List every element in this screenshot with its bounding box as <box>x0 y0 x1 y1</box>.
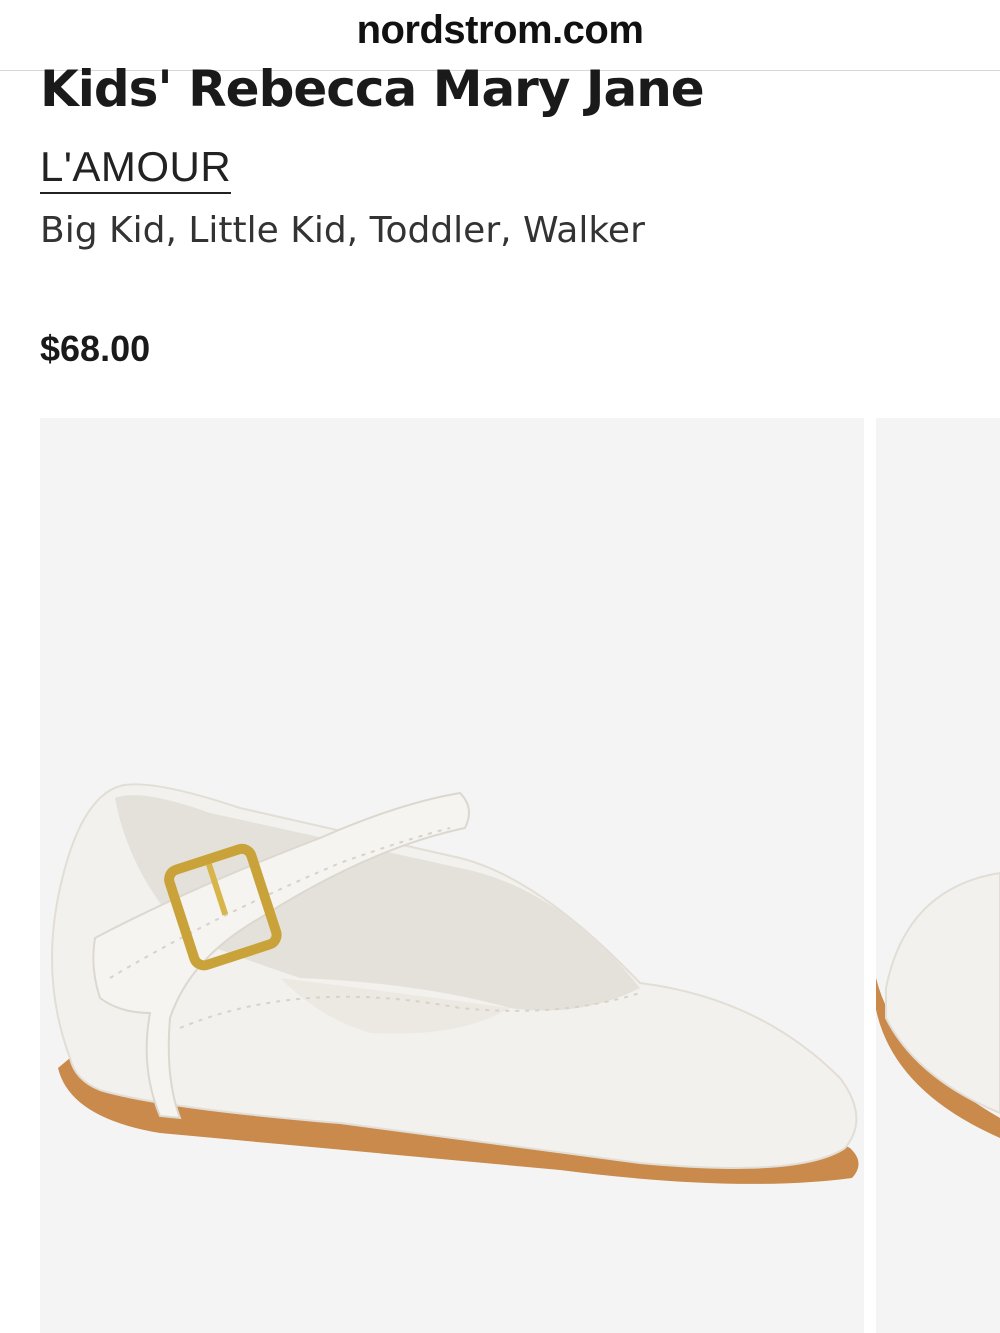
product-image-gallery[interactable] <box>40 418 1000 1333</box>
next-shoe-upper <box>885 871 1000 1115</box>
url-text: nordstrom.com <box>356 8 644 52</box>
product-image-next[interactable] <box>876 418 1000 1333</box>
product-image-main[interactable] <box>40 418 864 1333</box>
brand-link[interactable]: L'AMOUR <box>40 144 232 194</box>
white-mary-jane-shoe-photo <box>51 783 859 1184</box>
product-price: $68.00 <box>40 328 151 369</box>
size-range-text: Big Kid, Little Kid, Toddler, Walker <box>40 210 645 251</box>
product-title: Kids' Rebecca Mary Jane <box>40 60 705 118</box>
next-shoe-photo-partial <box>876 871 1000 1138</box>
